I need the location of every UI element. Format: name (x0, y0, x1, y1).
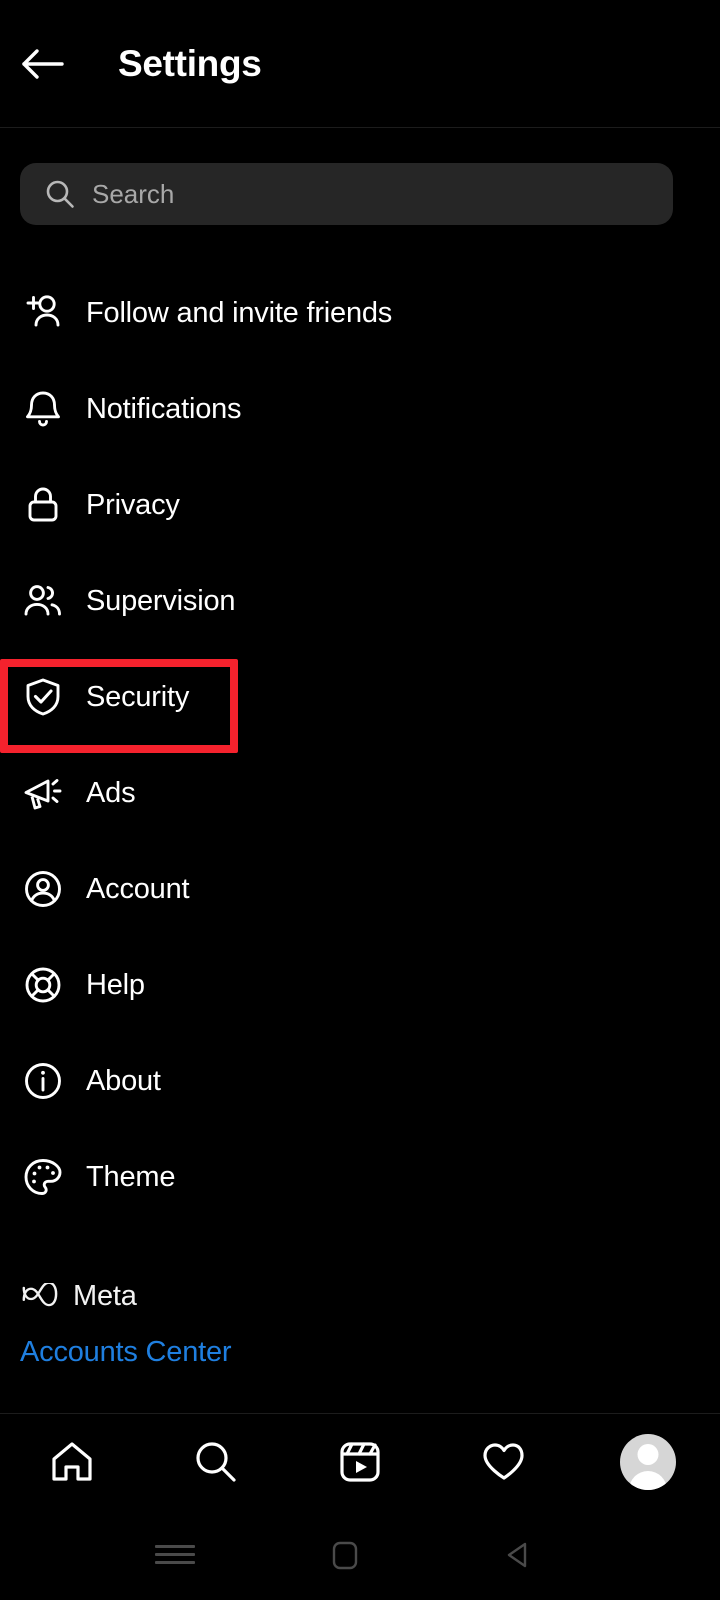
menu-item-supervision[interactable]: Supervision (0, 553, 720, 649)
android-navigation-bar (0, 1509, 720, 1600)
menu-item-follow-and-invite-friends[interactable]: Follow and invite friends (0, 265, 720, 361)
heart-icon (483, 1442, 524, 1480)
back-button[interactable] (12, 33, 74, 95)
accounts-center-link[interactable]: Accounts Center (20, 1336, 700, 1369)
settings-screen: Settings Follow and invite friends (0, 0, 720, 1600)
search-bar[interactable] (20, 163, 673, 225)
person-add-icon (20, 290, 66, 336)
menu-item-label: Notifications (86, 392, 242, 425)
menu-item-label: Supervision (86, 584, 236, 617)
menu-item-label: Ads (86, 776, 136, 809)
menu-item-notifications[interactable]: Notifications (0, 361, 720, 457)
recents-button[interactable] (130, 1509, 220, 1600)
meta-infinity-icon (20, 1283, 62, 1309)
arrow-left-icon (22, 48, 64, 79)
home-tab[interactable] (24, 1414, 120, 1510)
shield-check-icon (20, 674, 66, 720)
bottom-tab-bar (0, 1413, 720, 1509)
info-circle-icon (20, 1058, 66, 1104)
lock-icon (20, 482, 66, 528)
avatar-body (629, 1470, 667, 1490)
megaphone-icon (20, 770, 66, 816)
back-button[interactable] (473, 1509, 563, 1600)
profile-tab[interactable] (600, 1414, 696, 1510)
home-button[interactable] (300, 1509, 390, 1600)
home-icon (52, 1441, 92, 1481)
app-header: Settings (0, 0, 720, 128)
menu-item-label: Help (86, 968, 145, 1001)
reels-tab[interactable] (312, 1414, 408, 1510)
search-icon (196, 1441, 236, 1482)
meta-brand-row: Meta (20, 1270, 700, 1322)
menu-item-ads[interactable]: Ads (0, 745, 720, 841)
menu-item-label: Security (86, 680, 190, 713)
avatar-head (637, 1443, 659, 1465)
menu-item-help[interactable]: Help (0, 937, 720, 1033)
activity-tab[interactable] (456, 1414, 552, 1510)
menu-item-security[interactable]: Security (0, 649, 720, 753)
menu-item-label: About (86, 1064, 161, 1097)
menu-item-label: Follow and invite friends (86, 296, 393, 329)
palette-icon (20, 1154, 66, 1200)
account-circle-icon (20, 866, 66, 912)
search-icon (44, 178, 76, 210)
menu-item-theme[interactable]: Theme (0, 1129, 720, 1225)
avatar-icon (620, 1433, 676, 1490)
people-icon (20, 578, 66, 624)
menu-item-label: Account (86, 872, 190, 905)
triangle-left-icon (507, 1542, 527, 1567)
reels-icon (340, 1441, 380, 1482)
life-ring-icon (20, 962, 66, 1008)
search-tab[interactable] (168, 1414, 264, 1510)
hamburger-icon (155, 1540, 195, 1569)
rounded-square-icon (332, 1541, 358, 1569)
meta-brand-label: Meta (73, 1279, 137, 1312)
search-input[interactable] (92, 178, 673, 210)
menu-item-label: Theme (86, 1160, 176, 1193)
settings-menu: Follow and invite friends Notifications … (0, 265, 720, 1225)
meta-section: Meta Accounts Center (20, 1270, 700, 1369)
bell-icon (20, 386, 66, 432)
menu-item-privacy[interactable]: Privacy (0, 457, 720, 553)
page-title: Settings (118, 42, 262, 84)
menu-item-account[interactable]: Account (0, 841, 720, 937)
menu-item-label: Privacy (86, 488, 180, 521)
menu-item-about[interactable]: About (0, 1033, 720, 1129)
